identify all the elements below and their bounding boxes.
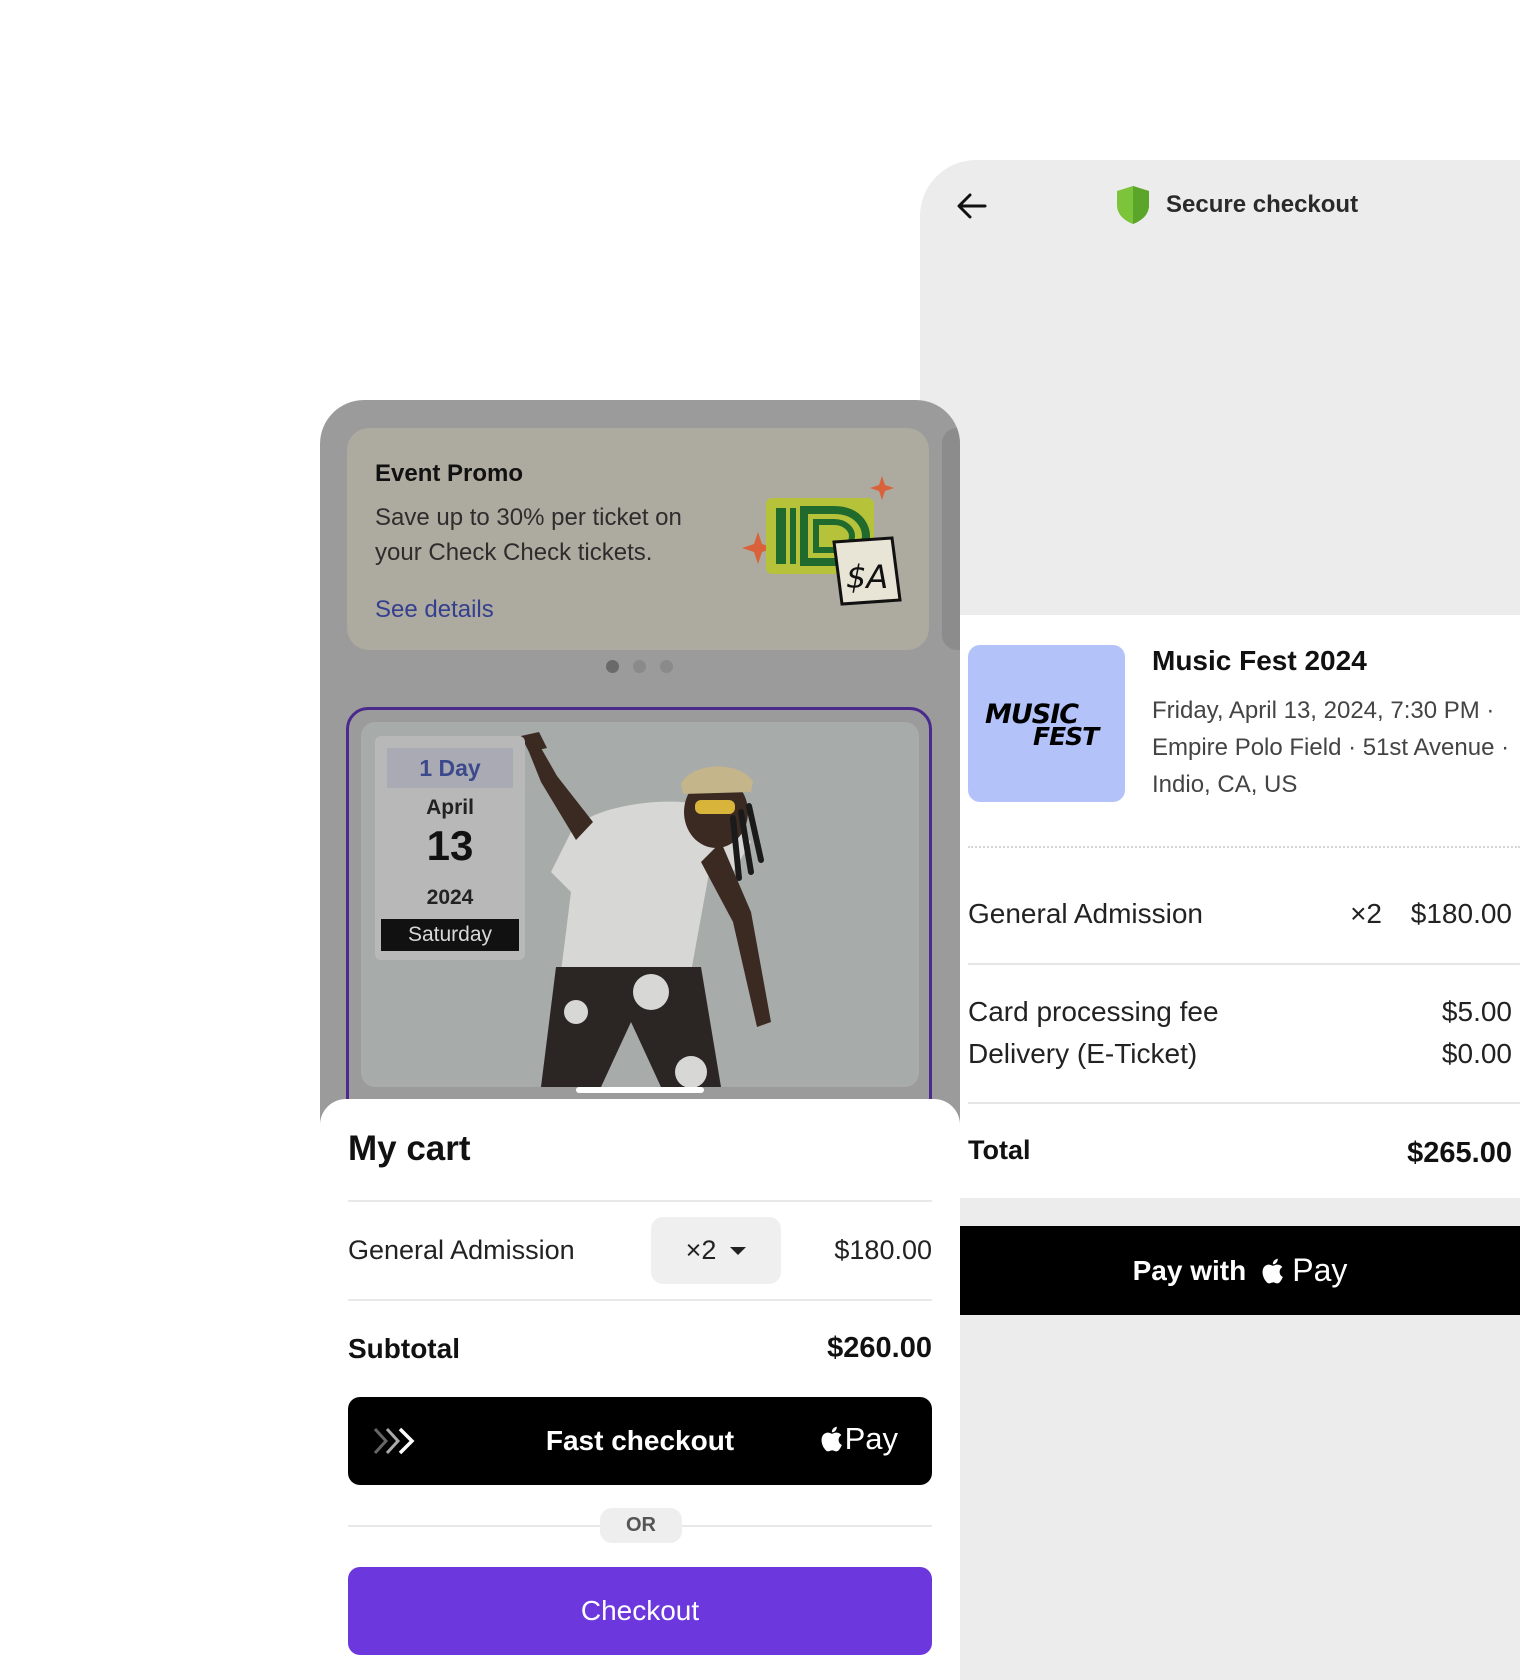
- arrow-left-icon: [957, 193, 987, 219]
- secure-checkout-header: Secure checkout: [920, 160, 1520, 250]
- or-label: OR: [600, 1508, 682, 1543]
- see-details-link[interactable]: See details: [375, 596, 494, 624]
- secure-checkout-title: Secure checkout: [1166, 191, 1359, 218]
- divider: [968, 1102, 1520, 1104]
- carousel-dots: [606, 660, 673, 673]
- carousel-dot-active[interactable]: [606, 660, 619, 673]
- line-item-label: Delivery (E-Ticket): [968, 1038, 1198, 1069]
- line-item-amount: $5.00: [1441, 996, 1512, 1027]
- total-label: Total: [968, 1135, 1031, 1165]
- total-amount: $265.00: [1407, 1137, 1512, 1169]
- event-logo: MUSIC FEST: [968, 645, 1125, 802]
- chevron-down-icon: [730, 1246, 747, 1255]
- apple-pay-mark: Pay: [819, 1421, 898, 1457]
- cart-title: My cart: [348, 1129, 471, 1168]
- svg-text:FEST: FEST: [1033, 722, 1101, 749]
- apple-logo-icon: [1262, 1258, 1284, 1283]
- event-name: Music Fest 2024: [1152, 645, 1367, 676]
- shield-icon: [1117, 186, 1149, 224]
- event-day: 13: [426, 822, 474, 869]
- secure-checkout-title-group: Secure checkout: [1116, 184, 1358, 226]
- event-month: April: [426, 796, 474, 819]
- event-banner[interactable]: 1 Day April 13 2024 Saturday: [346, 707, 932, 1127]
- checkout-button[interactable]: Checkout: [348, 1567, 932, 1655]
- dotted-divider: [968, 846, 1520, 848]
- subtotal-amount: $260.00: [827, 1332, 932, 1364]
- line-item-qty: ×2: [1350, 898, 1382, 929]
- event-duration: 1 Day: [387, 748, 513, 788]
- sheet-grab-handle[interactable]: [576, 1087, 704, 1093]
- apple-pay-word: Pay: [1292, 1252, 1348, 1288]
- ticket-illustration-icon: $A: [742, 476, 902, 606]
- fast-checkout-button[interactable]: Fast checkout Pay: [348, 1397, 932, 1485]
- music-fest-logo-icon: MUSIC FEST: [985, 699, 1102, 749]
- line-item-amount: $0.00: [1441, 1038, 1512, 1069]
- divider: [348, 1299, 932, 1301]
- divider: [968, 963, 1520, 965]
- cart-item-label: General Admission: [348, 1235, 575, 1265]
- promo-title: Event Promo: [375, 460, 524, 487]
- pay-with-apple-pay-button[interactable]: Pay with Pay: [960, 1226, 1520, 1315]
- quantity-value: ×2: [685, 1235, 717, 1265]
- line-item-label: Card processing fee: [968, 996, 1219, 1027]
- promo-card[interactable]: Event Promo Save up to 30% per ticket on…: [347, 428, 929, 650]
- cart-item-price: $180.00: [834, 1235, 932, 1265]
- divider: [348, 1200, 932, 1202]
- carousel-dot[interactable]: [633, 660, 646, 673]
- line-item-amount: $180.00: [1410, 898, 1512, 929]
- promo-text: Save up to 30% per ticket on your Check …: [375, 504, 682, 566]
- event-weekday: Saturday: [381, 919, 519, 951]
- event-date-tag: 1 Day April 13 2024 Saturday: [375, 736, 525, 960]
- carousel-dot[interactable]: [660, 660, 673, 673]
- quantity-select[interactable]: ×2: [651, 1217, 781, 1284]
- event-year: 2024: [426, 886, 474, 909]
- next-promo-card-peek[interactable]: [942, 428, 960, 650]
- cart-sheet: My cart General Admission ×2 $180.00 Sub…: [320, 1099, 960, 1680]
- event-details: Friday, April 13, 2024, 7:30 PM · Empire…: [1152, 697, 1510, 798]
- svg-text:$A: $A: [846, 558, 888, 596]
- apple-logo-icon: [821, 1426, 842, 1452]
- line-item-label: General Admission: [968, 898, 1204, 929]
- subtotal-label: Subtotal: [348, 1333, 460, 1364]
- apple-pay-word: Pay: [844, 1421, 898, 1456]
- back-button[interactable]: [952, 186, 992, 226]
- pay-with-label: Pay with: [1132, 1254, 1247, 1286]
